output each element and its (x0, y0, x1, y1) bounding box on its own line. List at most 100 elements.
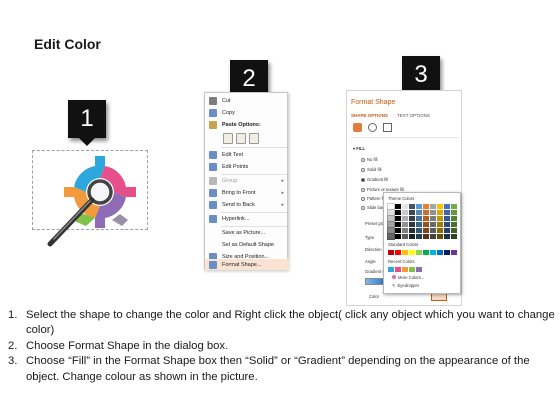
theme-swatch[interactable] (402, 210, 408, 215)
theme-swatch[interactable] (416, 234, 422, 239)
theme-swatch[interactable] (430, 216, 436, 221)
std-red[interactable] (395, 250, 401, 255)
recent-color-5[interactable] (416, 267, 422, 272)
theme-swatch[interactable] (444, 222, 450, 227)
menu-item-set-default-shape[interactable]: Set as Default Shape (205, 239, 289, 251)
tab-shape-options[interactable]: SHAPE OPTIONS (351, 113, 388, 118)
radio-picture-fill[interactable] (361, 187, 365, 192)
std-dark-red[interactable] (388, 250, 394, 255)
radio-pattern-fill[interactable] (361, 196, 365, 201)
theme-swatch[interactable] (430, 228, 436, 233)
theme-swatch[interactable] (423, 204, 429, 209)
theme-swatch[interactable] (409, 204, 415, 209)
theme-swatch[interactable] (430, 210, 436, 215)
theme-swatch[interactable] (423, 210, 429, 215)
theme-swatch[interactable] (395, 204, 401, 209)
radio-gradient-fill[interactable] (361, 177, 365, 182)
theme-swatch[interactable] (451, 204, 457, 209)
menu-item-copy[interactable]: Copy (205, 107, 289, 119)
theme-swatch[interactable] (444, 216, 450, 221)
theme-swatch[interactable] (430, 234, 436, 239)
theme-swatch[interactable] (387, 215, 395, 222)
theme-swatch[interactable] (416, 228, 422, 233)
option-no-fill[interactable]: No fill (361, 157, 377, 162)
theme-swatch[interactable] (437, 228, 443, 233)
menu-item-edit-points[interactable]: Edit Points (205, 161, 289, 173)
fill-line-icon[interactable] (353, 123, 362, 132)
effects-icon[interactable] (368, 123, 377, 132)
theme-swatch[interactable] (395, 228, 401, 233)
theme-swatch[interactable] (423, 216, 429, 221)
theme-swatch[interactable] (395, 216, 401, 221)
theme-swatch[interactable] (395, 210, 401, 215)
theme-swatch[interactable] (451, 222, 457, 227)
theme-swatch[interactable] (444, 210, 450, 215)
menu-item-group[interactable]: Group ▸ (205, 175, 289, 187)
menu-item-bring-to-front[interactable]: Bring to Front ▸ (205, 187, 289, 199)
radio-no-fill[interactable] (361, 157, 365, 162)
theme-swatch[interactable] (451, 216, 457, 221)
theme-swatch[interactable] (437, 204, 443, 209)
option-solid-fill[interactable]: Solid fill (361, 167, 381, 172)
recent-color-3[interactable] (402, 267, 408, 272)
theme-swatch[interactable] (387, 227, 395, 234)
theme-swatch[interactable] (437, 222, 443, 227)
theme-swatch[interactable] (423, 234, 429, 239)
menu-item-edit-text[interactable]: Edit Text (205, 149, 289, 161)
theme-swatch[interactable] (387, 209, 395, 216)
eyedropper-item[interactable]: ✎ Eyedropper (392, 283, 419, 288)
theme-swatch[interactable] (402, 234, 408, 239)
recent-colors-row[interactable] (388, 267, 422, 272)
theme-swatch[interactable] (402, 216, 408, 221)
recent-color-4[interactable] (409, 267, 415, 272)
tab-text-options[interactable]: TEXT OPTIONS (397, 113, 430, 118)
menu-item-hyperlink[interactable]: Hyperlink... (205, 213, 289, 225)
theme-swatch[interactable] (409, 234, 415, 239)
paste-picture-icon[interactable] (236, 133, 246, 144)
option-gradient-fill[interactable]: Gradient fill (361, 177, 388, 182)
theme-swatch[interactable] (395, 222, 401, 227)
theme-swatch[interactable] (437, 234, 443, 239)
recent-color-1[interactable] (388, 267, 394, 272)
theme-swatch[interactable] (416, 204, 422, 209)
option-pattern-fill[interactable]: Pattern fill (361, 196, 386, 201)
std-yellow[interactable] (409, 250, 415, 255)
theme-swatch[interactable] (437, 210, 443, 215)
menu-item-save-as-picture[interactable]: Save as Picture... (205, 227, 289, 239)
theme-swatch[interactable] (387, 221, 395, 228)
more-colors-item[interactable]: More Colors... (392, 275, 424, 280)
paste-text-only-icon[interactable] (249, 133, 259, 144)
radio-slide-bg-fill[interactable] (361, 205, 365, 210)
recent-color-2[interactable] (395, 267, 401, 272)
std-light-blue[interactable] (430, 250, 436, 255)
theme-swatch[interactable] (437, 216, 443, 221)
theme-swatch[interactable] (409, 222, 415, 227)
menu-item-send-to-back[interactable]: Send to Back ▸ (205, 199, 289, 211)
theme-swatch[interactable] (416, 222, 422, 227)
theme-swatch[interactable] (409, 216, 415, 221)
theme-swatch[interactable] (387, 203, 395, 210)
theme-swatch[interactable] (395, 234, 401, 239)
fill-section-header[interactable]: ▾ FILL (353, 146, 365, 151)
std-dark-blue[interactable] (444, 250, 450, 255)
theme-swatch[interactable] (409, 210, 415, 215)
theme-swatch[interactable] (416, 210, 422, 215)
theme-swatch[interactable] (387, 233, 395, 240)
std-purple[interactable] (451, 250, 457, 255)
theme-swatch[interactable] (444, 204, 450, 209)
paste-keep-source-icon[interactable] (223, 133, 233, 144)
std-orange[interactable] (402, 250, 408, 255)
theme-swatch[interactable] (416, 216, 422, 221)
theme-swatch[interactable] (402, 228, 408, 233)
theme-swatch[interactable] (402, 204, 408, 209)
gear-magnifier-shape[interactable] (30, 152, 142, 256)
menu-item-format-shape[interactable]: Format Shape... (205, 259, 289, 270)
std-light-green[interactable] (416, 250, 422, 255)
std-green[interactable] (423, 250, 429, 255)
std-blue[interactable] (437, 250, 443, 255)
theme-swatch[interactable] (451, 228, 457, 233)
theme-swatch[interactable] (423, 228, 429, 233)
radio-solid-fill[interactable] (361, 167, 365, 172)
theme-swatch[interactable] (402, 222, 408, 227)
size-properties-icon[interactable] (383, 123, 392, 132)
